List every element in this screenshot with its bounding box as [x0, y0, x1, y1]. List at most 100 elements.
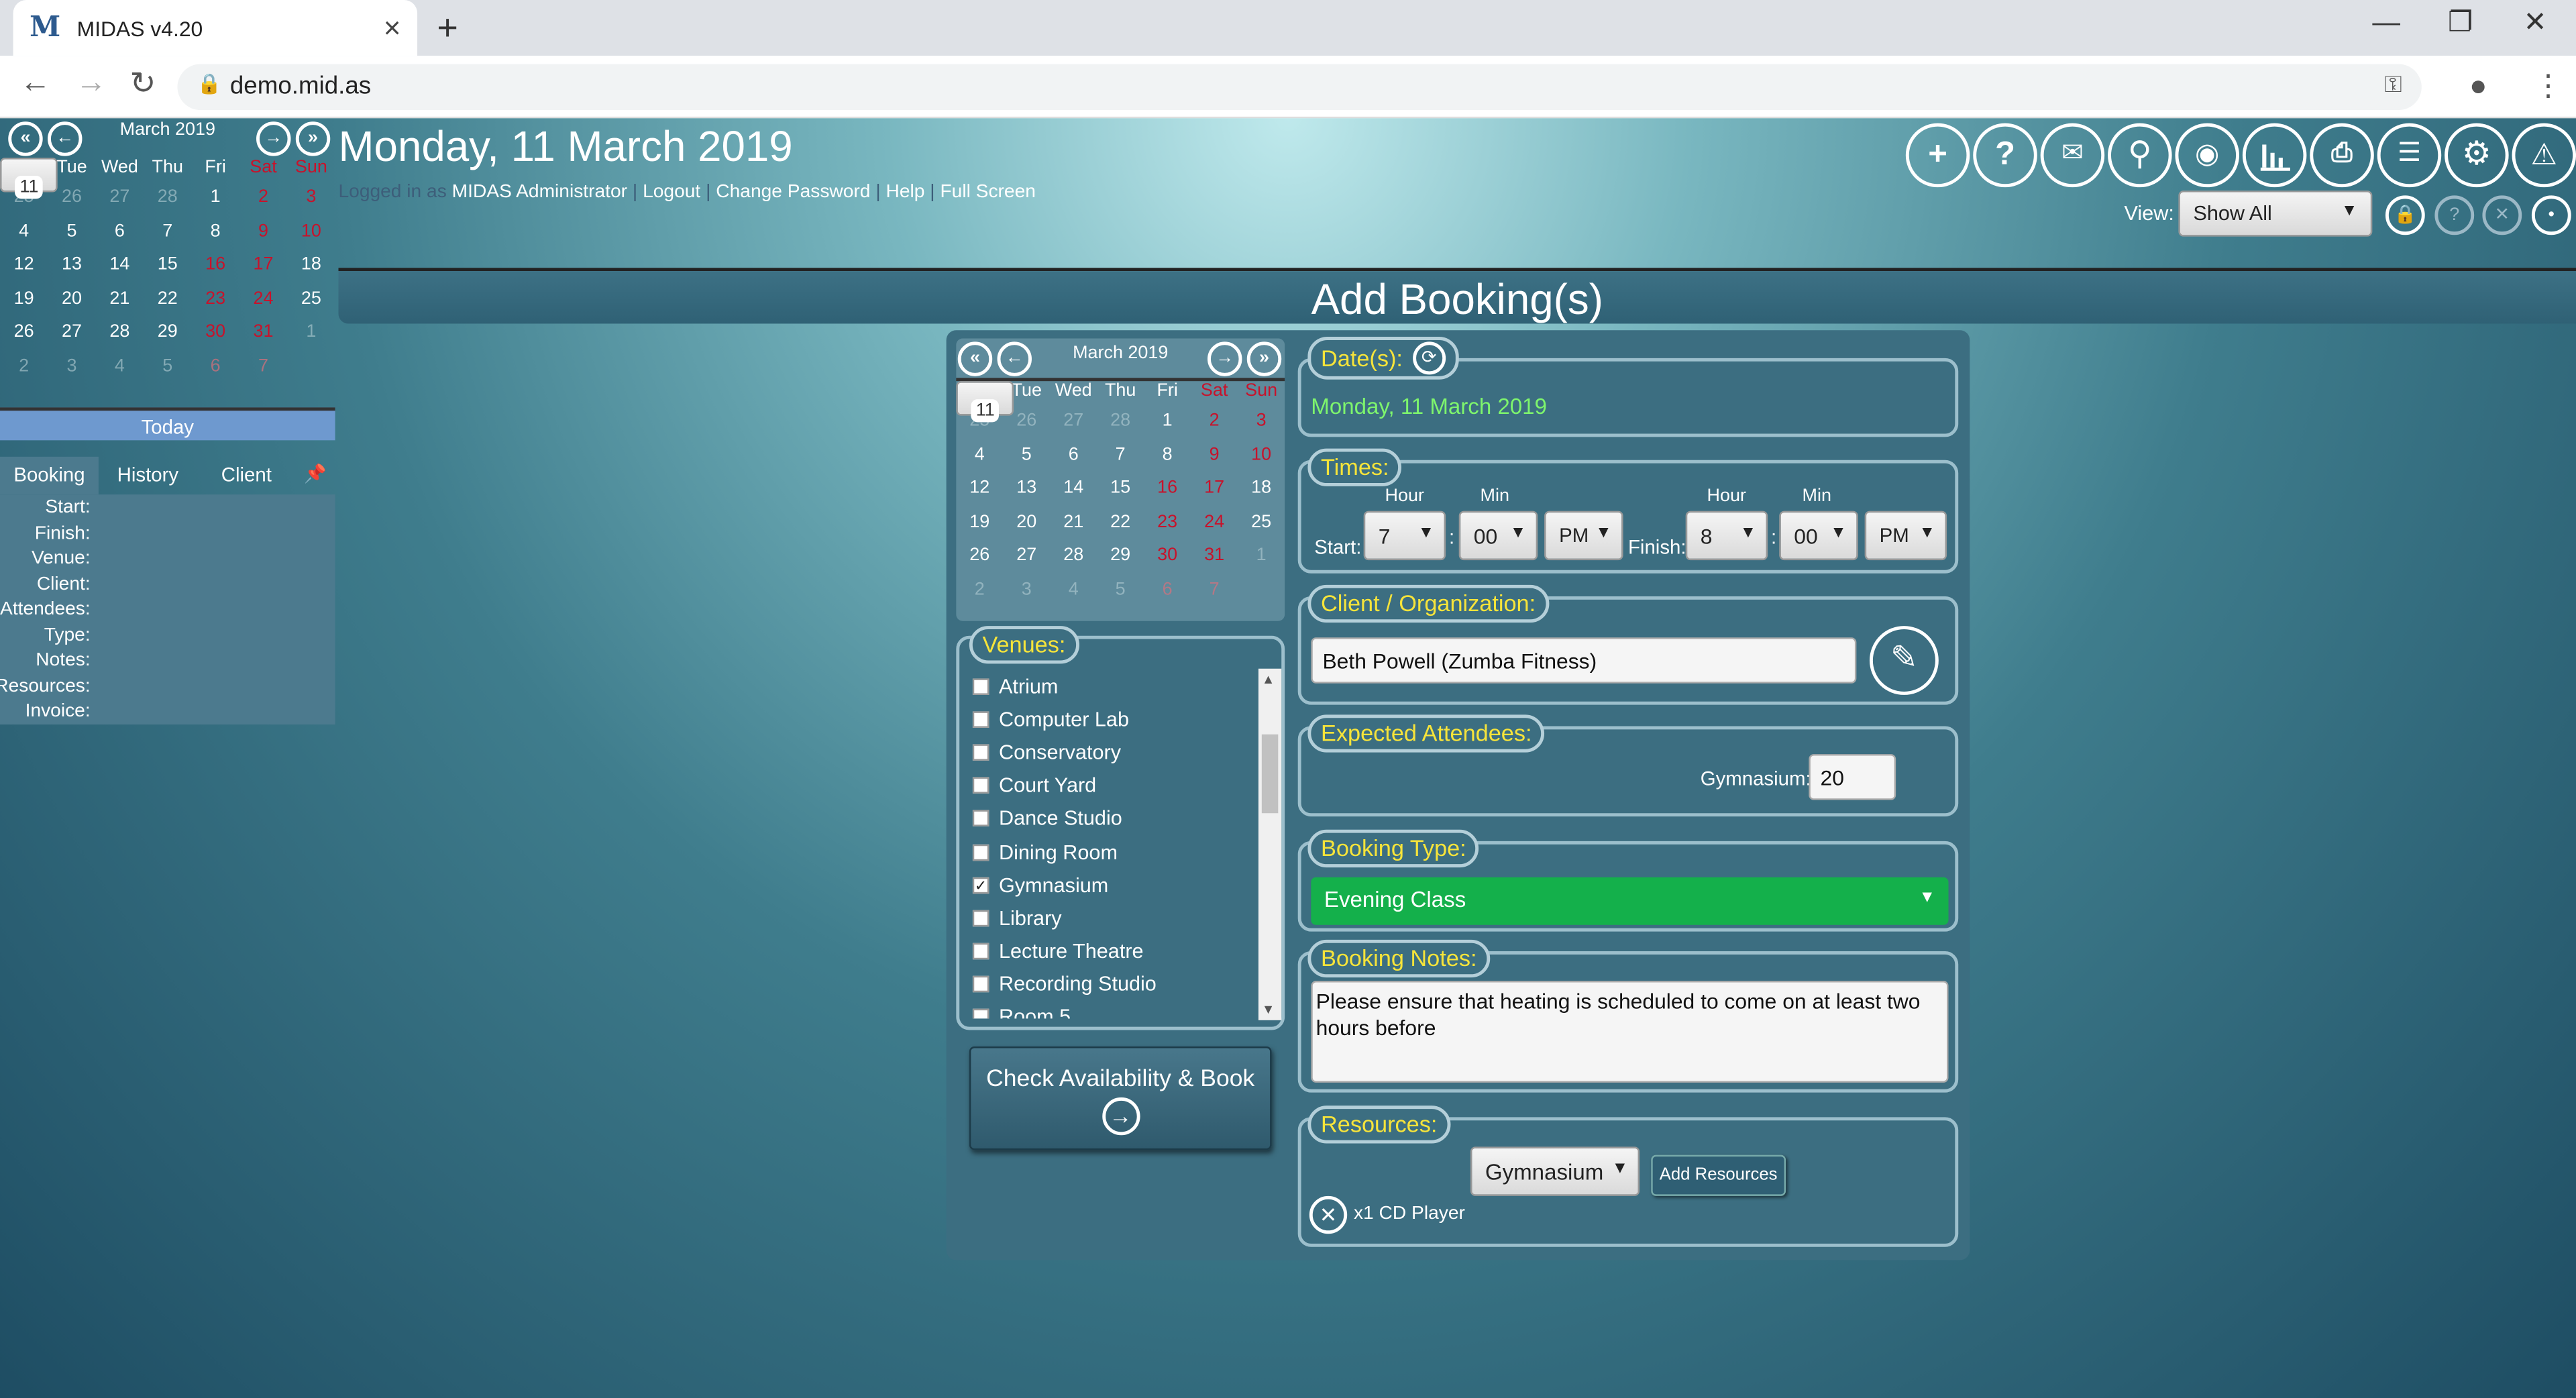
- calendar-day[interactable]: 4: [0, 215, 48, 248]
- today-button[interactable]: Today: [0, 407, 335, 441]
- settings-gear-icon[interactable]: ⚙: [2445, 123, 2509, 188]
- calendar-day[interactable]: 28: [1050, 539, 1097, 572]
- calendar-day[interactable]: 18: [1238, 472, 1285, 505]
- stats-chart-icon[interactable]: [2242, 123, 2307, 188]
- lock-icon[interactable]: 🔒: [2385, 195, 2425, 235]
- calendar-day[interactable]: 1: [287, 315, 335, 349]
- next-year-icon[interactable]: »: [295, 121, 331, 156]
- calendar-day[interactable]: 14: [96, 248, 144, 282]
- calendar-day[interactable]: 9: [239, 215, 287, 248]
- venue-item[interactable]: Atrium: [972, 670, 1252, 703]
- reload-icon[interactable]: ↻: [129, 66, 156, 103]
- calendar-day[interactable]: 5: [48, 215, 95, 248]
- venue-item[interactable]: Recording Studio: [972, 967, 1252, 1000]
- calendar-day-selected[interactable]: 11: [0, 158, 58, 199]
- calendar-day[interactable]: 14: [1050, 472, 1097, 505]
- mail-icon[interactable]: ✉: [2040, 123, 2105, 188]
- calendar-day[interactable]: 28: [144, 180, 191, 214]
- back-icon[interactable]: ←: [19, 66, 51, 102]
- venue-scrollbar[interactable]: ▲ ▼: [1258, 668, 1282, 1020]
- calendar-day[interactable]: 1: [1144, 404, 1191, 437]
- calendar-day[interactable]: 29: [1097, 539, 1144, 572]
- alert-icon[interactable]: ⚠: [2512, 123, 2576, 188]
- restore-icon[interactable]: ❐: [2448, 7, 2473, 40]
- calendar-day[interactable]: 6: [1050, 438, 1097, 472]
- view-eye-icon[interactable]: ◉: [2175, 123, 2239, 188]
- checkbox-icon[interactable]: [972, 810, 989, 827]
- client-input[interactable]: Beth Powell (Zumba Fitness): [1311, 637, 1857, 684]
- minimize-icon[interactable]: —: [2372, 7, 2400, 40]
- next-year-icon[interactable]: »: [1246, 341, 1282, 376]
- calendar-day[interactable]: 27: [1003, 539, 1050, 572]
- checkbox-icon[interactable]: [972, 910, 989, 926]
- calendar-day[interactable]: 13: [1003, 472, 1050, 505]
- calendar-day[interactable]: 6: [191, 349, 239, 382]
- edit-pencil-icon[interactable]: ✎: [1869, 626, 1939, 695]
- calendar-day[interactable]: 25: [287, 282, 335, 315]
- tab-close-icon[interactable]: ×: [384, 11, 401, 45]
- key-icon[interactable]: ⚿: [2384, 70, 2402, 99]
- finish-min-select[interactable]: 00 ▼: [1779, 510, 1858, 561]
- calendar-day[interactable]: 28: [96, 315, 144, 349]
- forward-icon[interactable]: →: [76, 66, 107, 102]
- calendar-day[interactable]: 3: [48, 349, 95, 382]
- calendar-day[interactable]: 8: [1144, 438, 1191, 472]
- venue-item[interactable]: Conservatory: [972, 737, 1252, 769]
- calendar-day[interactable]: 1: [191, 180, 239, 214]
- check-availability-button[interactable]: Check Availability & Book →: [969, 1046, 1272, 1150]
- calendar-day[interactable]: 23: [1144, 505, 1191, 539]
- user-link[interactable]: MIDAS Administrator: [452, 182, 627, 202]
- change-password-link[interactable]: Change Password: [716, 182, 870, 202]
- calendar-day[interactable]: 25: [1238, 505, 1285, 539]
- calendar-day[interactable]: 31: [239, 315, 287, 349]
- calendar-day[interactable]: 30: [1144, 539, 1191, 572]
- calendar-day[interactable]: 12: [0, 248, 48, 282]
- calendar-day[interactable]: 31: [1191, 539, 1238, 572]
- calendar-day[interactable]: 1: [1238, 539, 1285, 572]
- calendar-day[interactable]: 3: [1238, 404, 1285, 437]
- venue-item[interactable]: Computer Lab: [972, 703, 1252, 736]
- invoice-icon[interactable]: ☰: [2377, 123, 2442, 188]
- calendar-day[interactable]: 13: [48, 248, 95, 282]
- calendar-day[interactable]: 7: [1097, 438, 1144, 472]
- info-dot-icon[interactable]: •: [2531, 195, 2571, 235]
- calendar-day[interactable]: 15: [144, 248, 191, 282]
- calendar-day[interactable]: 22: [144, 282, 191, 315]
- checkbox-icon[interactable]: [972, 777, 989, 794]
- calendar-day[interactable]: 16: [1144, 472, 1191, 505]
- venue-item[interactable]: Court Yard: [972, 769, 1252, 802]
- calendar-day[interactable]: 5: [1003, 438, 1050, 472]
- tab-client[interactable]: Client: [197, 457, 296, 494]
- calendar-day[interactable]: 8: [191, 215, 239, 248]
- calendar-day[interactable]: 2: [956, 572, 1003, 606]
- calendar-day[interactable]: 3: [1003, 572, 1050, 606]
- calendar-day[interactable]: 2: [239, 180, 287, 214]
- calendar-day[interactable]: 22: [1097, 505, 1144, 539]
- checkbox-icon[interactable]: [972, 943, 989, 959]
- calendar-day[interactable]: 24: [1191, 505, 1238, 539]
- browser-tab[interactable]: M MIDAS v4.20 ×: [13, 0, 418, 56]
- calendar-day[interactable]: 21: [96, 282, 144, 315]
- calendar-day[interactable]: 4: [96, 349, 144, 382]
- finish-hour-select[interactable]: 8 ▼: [1685, 510, 1768, 561]
- calendar-day[interactable]: 17: [1191, 472, 1238, 505]
- venue-item[interactable]: Library: [972, 902, 1252, 934]
- tab-booking[interactable]: Booking: [0, 456, 99, 495]
- calendar-day[interactable]: 4: [1050, 572, 1097, 606]
- checkbox-icon[interactable]: [972, 711, 989, 729]
- notes-textarea[interactable]: Please ensure that heating is scheduled …: [1311, 981, 1949, 1083]
- venue-item[interactable]: Dance Studio: [972, 802, 1252, 835]
- address-bar[interactable]: 🔒 demo.mid.as ⚿: [177, 64, 2422, 111]
- help-small-icon[interactable]: ?: [2434, 195, 2475, 235]
- calendar-day[interactable]: 7: [144, 215, 191, 248]
- calendar-day-selected[interactable]: 11: [956, 381, 1015, 423]
- calendar-day[interactable]: 7: [239, 349, 287, 382]
- calendar-day[interactable]: 24: [239, 282, 287, 315]
- calendar-day[interactable]: 2: [0, 349, 48, 382]
- next-month-icon[interactable]: →: [256, 121, 291, 156]
- booking-type-select[interactable]: Evening Class ▼: [1311, 877, 1949, 925]
- search-icon[interactable]: ⚲: [2108, 123, 2172, 188]
- scroll-thumb[interactable]: [1261, 734, 1279, 814]
- start-ampm-select[interactable]: PM ▼: [1544, 510, 1623, 561]
- checkbox-icon[interactable]: [972, 843, 989, 861]
